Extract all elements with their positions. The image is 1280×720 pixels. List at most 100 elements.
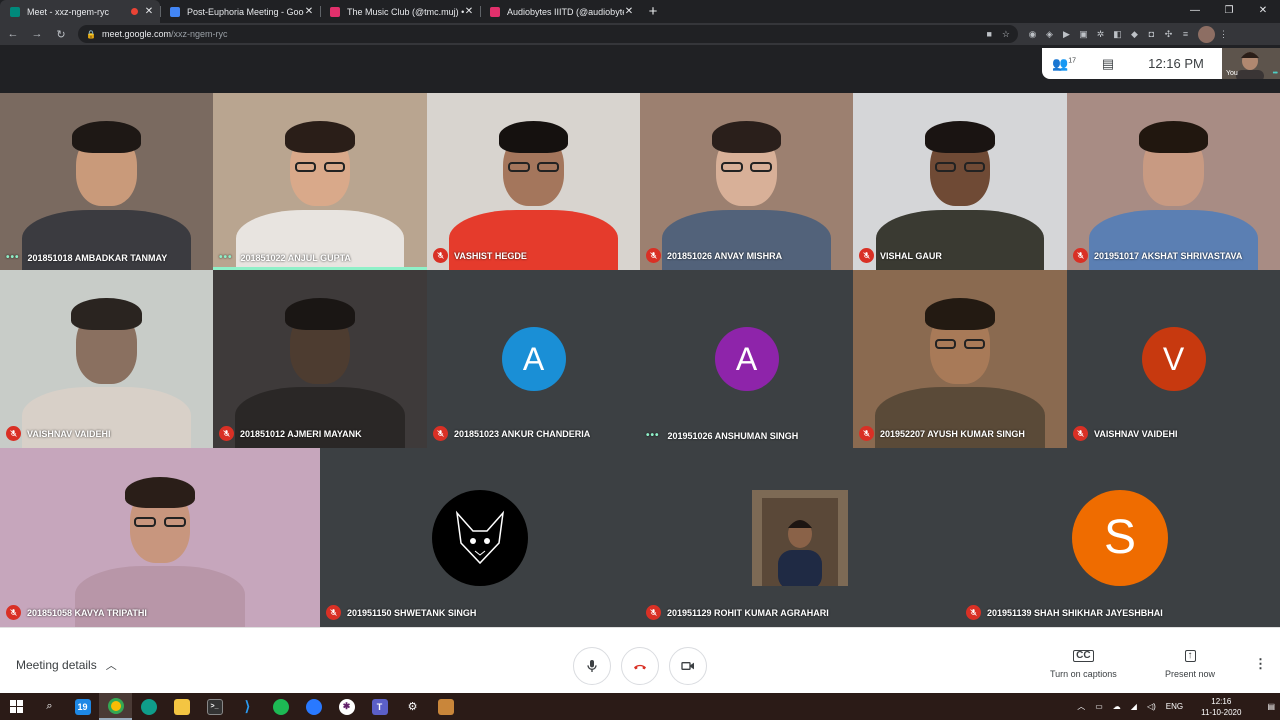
extension-icon[interactable]: ▣ [1075,26,1092,43]
participant-tile[interactable]: A ••• 201951026 ANSHUMAN SINGH [640,270,853,448]
windows-start-icon[interactable] [0,693,33,720]
volume-icon[interactable]: ◁) [1147,702,1156,711]
avatar: V [1141,327,1206,391]
network-icon[interactable]: ◢ [1131,702,1137,711]
camera-permission-icon[interactable]: ■ [986,29,991,39]
new-tab-button[interactable]: + [640,0,666,23]
captions-button[interactable]: CC Turn on captions [1050,650,1117,679]
tab-docs[interactable]: Post-Euphoria Meeting - Google ✕ [160,0,320,23]
participant-tile[interactable]: A 201851023 ANKUR CHANDERIA [427,270,640,448]
participant-video [1067,93,1280,270]
minimize-icon[interactable]: — [1178,0,1212,20]
taskbar-clock[interactable]: 12:16 11-10-2020 [1196,696,1246,718]
participant-tile[interactable]: 201952207 AYUSH KUMAR SINGH [853,270,1067,448]
extension-icon[interactable]: ◉ [1024,26,1041,43]
participant-tile[interactable]: VAISHNAV VAIDEHI [0,270,213,448]
media-icon[interactable]: ≡ [1177,26,1194,43]
notifications-icon[interactable]: ▤ [1267,702,1275,711]
participant-tile[interactable]: 201851026 ANVAY MISHRA [640,93,853,270]
microphone-button[interactable] [573,647,611,685]
reload-icon[interactable]: ↻ [50,23,72,45]
close-tab-icon[interactable]: ✕ [624,6,634,17]
calendar-app-icon[interactable]: 19 [66,693,99,720]
participant-tile[interactable]: 201851058 KAVYA TRIPATHI [0,448,320,627]
chrome-icon[interactable] [99,693,132,720]
package-app-icon[interactable] [429,693,462,720]
extension-icon[interactable]: ◘ [1143,26,1160,43]
speaking-indicator-icon: ••• [646,430,660,441]
system-tray: ︿ ▭ ☁ ◢ ◁) ENG 12:16 11-10-2020 ▤ [1072,693,1280,720]
close-window-icon[interactable]: ✕ [1246,0,1280,20]
profile-avatar[interactable] [1198,25,1215,43]
participant-tile[interactable]: 201951150 SHWETANK SINGH [320,448,640,627]
chat-button[interactable]: ▤ [1086,56,1130,72]
menu-kebab-icon[interactable]: ⋮ [1215,26,1232,43]
onedrive-icon[interactable]: ☁ [1113,702,1121,711]
participant-tile[interactable]: 201951129 ROHIT KUMAR AGRAHARI [640,448,960,627]
extension-icon[interactable]: ◈ [1041,26,1058,43]
restore-icon[interactable]: ❐ [1212,0,1246,20]
participant-video [0,93,213,270]
participant-video [0,448,320,627]
participant-name: 201851018 AMBADKAR TANMAY [27,252,168,263]
avatar: A [501,327,566,391]
address-bar[interactable]: 🔒 meet.google.com /xxz-ngem-ryc ■ ☆ [78,25,1018,43]
settings-gear-icon[interactable]: ⚙ [396,693,429,720]
participant-tile[interactable]: S 201951139 SHAH SHIKHAR JAYESHBHAI [960,448,1280,627]
present-now-button[interactable]: ↑ Present now [1165,650,1215,679]
taskbar-time: 12:16 [1211,696,1232,706]
tab-instagram-audiobytes[interactable]: Audiobytes IIITD (@audiobytesiii ✕ [480,0,640,23]
participant-tile[interactable]: 201951017 AKSHAT SHRIVASTAVA [1067,93,1280,270]
participant-video [427,93,640,270]
leave-call-button[interactable] [621,647,659,685]
extension-icon[interactable]: ◧ [1109,26,1126,43]
spotify-icon[interactable] [264,693,297,720]
cloud-app-icon[interactable] [297,693,330,720]
participant-tile[interactable]: VASHIST HEGDE [427,93,640,270]
participant-name: 201951129 ROHIT KUMAR AGRAHARI [667,607,829,618]
close-tab-icon[interactable]: ✕ [144,6,154,17]
back-arrow-icon[interactable]: ← [2,23,24,45]
participants-button[interactable]: 👥17 [1042,56,1086,72]
file-explorer-icon[interactable] [165,693,198,720]
tab-instagram-tmc[interactable]: The Music Club (@tmc.muj) • Ins ✕ [320,0,480,23]
edge-icon[interactable] [132,693,165,720]
battery-icon[interactable]: ▭ [1095,702,1103,711]
search-icon[interactable]: ⌕ [33,693,66,720]
more-options-icon[interactable]: ⋮ [1254,656,1267,672]
input-language[interactable]: ENG [1166,702,1183,711]
taskbar-date: 11-10-2020 [1201,707,1242,717]
extension-icon[interactable]: ✲ [1092,26,1109,43]
self-label: You [1226,70,1238,77]
mic-off-icon [6,426,21,441]
camera-button[interactable] [669,647,707,685]
extension-icon[interactable]: ◆ [1126,26,1143,43]
chevron-up-icon: ︿ [105,660,117,672]
participant-name: 201851026 ANVAY MISHRA [667,250,783,261]
participant-tile[interactable]: V VAISHNAV VAIDEHI [1067,270,1280,448]
meeting-details-button[interactable]: Meeting details ︿ [16,657,117,673]
bookmark-star-icon[interactable]: ☆ [1002,29,1010,40]
teams-icon[interactable]: T [363,693,396,720]
mic-off-icon [433,248,448,263]
participant-name: 201851012 AJMERI MAYANK [240,428,362,439]
participant-tile[interactable]: VISHAL GAUR [853,93,1067,270]
participant-name: 201851022 ANJUL GUPTA [240,252,351,263]
slack-icon[interactable]: ✱ [330,693,363,720]
participant-name: VASHIST HEGDE [454,250,527,261]
self-preview-tile[interactable]: You ••• [1222,48,1280,79]
close-tab-icon[interactable]: ✕ [464,6,474,17]
participant-tile[interactable]: 201851012 AJMERI MAYANK [213,270,427,448]
participant-tile[interactable]: ••• 201851022 ANJUL GUPTA [213,93,427,270]
close-tab-icon[interactable]: ✕ [304,6,314,17]
vscode-icon[interactable]: ⟩ [231,693,264,720]
chevron-up-icon[interactable]: ︿ [1077,701,1085,712]
extension-icon[interactable]: ▶ [1058,26,1075,43]
participant-video [213,270,427,448]
tab-meet[interactable]: Meet - xxz-ngem-ryc ✕ [0,0,160,23]
forward-arrow-icon[interactable]: → [26,23,48,45]
puzzle-icon[interactable]: ✣ [1160,26,1177,43]
participant-tile[interactable]: ••• 201851018 AMBADKAR TANMAY [0,93,213,270]
terminal-icon[interactable]: >_ [198,693,231,720]
calendar-day: 19 [74,698,91,715]
